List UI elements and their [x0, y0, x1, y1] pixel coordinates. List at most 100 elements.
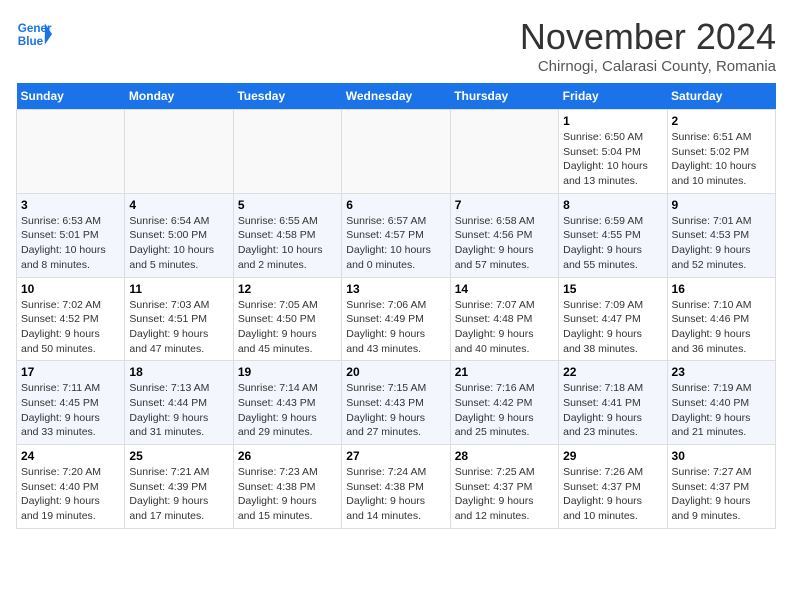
day-info: Sunrise: 7:16 AM Sunset: 4:42 PM Dayligh… [455, 381, 554, 440]
day-number: 9 [672, 198, 771, 212]
calendar-cell: 13 Sunrise: 7:06 AM Sunset: 4:49 PM Dayli… [342, 277, 450, 361]
calendar-cell: 29 Sunrise: 7:26 AM Sunset: 4:37 PM Dayli… [559, 445, 667, 529]
logo: General Blue [16, 16, 52, 52]
day-info: Sunrise: 6:53 AM Sunset: 5:01 PM Dayligh… [21, 214, 120, 273]
day-number: 29 [563, 449, 662, 463]
day-number: 26 [238, 449, 337, 463]
calendar-cell [125, 110, 233, 194]
day-info: Sunrise: 7:02 AM Sunset: 4:52 PM Dayligh… [21, 298, 120, 357]
calendar-cell: 9Sunrise: 7:01 AM Sunset: 4:53 PM Daylig… [667, 193, 775, 277]
day-info: Sunrise: 6:54 AM Sunset: 5:00 PM Dayligh… [129, 214, 228, 273]
day-info: Sunrise: 6:55 AM Sunset: 4:58 PM Dayligh… [238, 214, 337, 273]
day-info: Sunrise: 7:06 AM Sunset: 4:49 PM Dayligh… [346, 298, 445, 357]
calendar-cell: 16 Sunrise: 7:10 AM Sunset: 4:46 PM Dayli… [667, 277, 775, 361]
calendar-cell: 15 Sunrise: 7:09 AM Sunset: 4:47 PM Dayli… [559, 277, 667, 361]
calendar-week-row: 1Sunrise: 6:50 AM Sunset: 5:04 PM Daylig… [17, 110, 776, 194]
calendar-cell [342, 110, 450, 194]
calendar-cell: 1Sunrise: 6:50 AM Sunset: 5:04 PM Daylig… [559, 110, 667, 194]
day-number: 24 [21, 449, 120, 463]
calendar-cell: 2 Sunrise: 6:51 AM Sunset: 5:02 PM Daylig… [667, 110, 775, 194]
title-area: November 2024 Chirnogi, Calarasi County,… [520, 16, 776, 75]
calendar-cell [17, 110, 125, 194]
logo-icon: General Blue [16, 16, 52, 52]
day-number: 8 [563, 198, 662, 212]
day-info: Sunrise: 7:03 AM Sunset: 4:51 PM Dayligh… [129, 298, 228, 357]
day-number: 23 [672, 365, 771, 379]
calendar-cell: 8 Sunrise: 6:59 AM Sunset: 4:55 PM Daylig… [559, 193, 667, 277]
day-number: 16 [672, 282, 771, 296]
calendar-cell: 7 Sunrise: 6:58 AM Sunset: 4:56 PM Daylig… [450, 193, 558, 277]
weekday-header: Friday [559, 83, 667, 110]
day-number: 12 [238, 282, 337, 296]
weekday-header: Wednesday [342, 83, 450, 110]
day-info: Sunrise: 7:25 AM Sunset: 4:37 PM Dayligh… [455, 465, 554, 524]
calendar-cell: 19 Sunrise: 7:14 AM Sunset: 4:43 PM Dayli… [233, 361, 341, 445]
day-info: Sunrise: 6:59 AM Sunset: 4:55 PM Dayligh… [563, 214, 662, 273]
day-number: 25 [129, 449, 228, 463]
calendar-cell: 4 Sunrise: 6:54 AM Sunset: 5:00 PM Daylig… [125, 193, 233, 277]
header: General Blue November 2024 Chirnogi, Cal… [16, 16, 776, 75]
day-info: Sunrise: 7:19 AM Sunset: 4:40 PM Dayligh… [672, 381, 771, 440]
calendar-cell: 26 Sunrise: 7:23 AM Sunset: 4:38 PM Dayli… [233, 445, 341, 529]
day-info: Sunrise: 7:11 AM Sunset: 4:45 PM Dayligh… [21, 381, 120, 440]
svg-text:Blue: Blue [18, 35, 44, 48]
calendar-cell: 28 Sunrise: 7:25 AM Sunset: 4:37 PM Dayli… [450, 445, 558, 529]
day-number: 28 [455, 449, 554, 463]
day-number: 11 [129, 282, 228, 296]
day-number: 17 [21, 365, 120, 379]
calendar-cell: 11 Sunrise: 7:03 AM Sunset: 4:51 PM Dayli… [125, 277, 233, 361]
calendar-cell: 12 Sunrise: 7:05 AM Sunset: 4:50 PM Dayli… [233, 277, 341, 361]
day-number: 30 [672, 449, 771, 463]
calendar-cell: 5Sunrise: 6:55 AM Sunset: 4:58 PM Daylig… [233, 193, 341, 277]
day-info: Sunrise: 7:20 AM Sunset: 4:40 PM Dayligh… [21, 465, 120, 524]
weekday-header: Tuesday [233, 83, 341, 110]
day-number: 14 [455, 282, 554, 296]
day-info: Sunrise: 7:26 AM Sunset: 4:37 PM Dayligh… [563, 465, 662, 524]
day-info: Sunrise: 7:09 AM Sunset: 4:47 PM Dayligh… [563, 298, 662, 357]
day-number: 10 [21, 282, 120, 296]
calendar-cell: 25 Sunrise: 7:21 AM Sunset: 4:39 PM Dayli… [125, 445, 233, 529]
calendar-week-row: 17 Sunrise: 7:11 AM Sunset: 4:45 PM Dayli… [17, 361, 776, 445]
month-title: November 2024 [520, 16, 776, 58]
calendar-week-row: 3 Sunrise: 6:53 AM Sunset: 5:01 PM Daylig… [17, 193, 776, 277]
weekday-header: Saturday [667, 83, 775, 110]
day-number: 2 [672, 114, 771, 128]
day-info: Sunrise: 7:18 AM Sunset: 4:41 PM Dayligh… [563, 381, 662, 440]
day-info: Sunrise: 6:58 AM Sunset: 4:56 PM Dayligh… [455, 214, 554, 273]
calendar-cell: 24 Sunrise: 7:20 AM Sunset: 4:40 PM Dayli… [17, 445, 125, 529]
day-info: Sunrise: 7:23 AM Sunset: 4:38 PM Dayligh… [238, 465, 337, 524]
day-number: 4 [129, 198, 228, 212]
calendar-cell: 17 Sunrise: 7:11 AM Sunset: 4:45 PM Dayli… [17, 361, 125, 445]
day-number: 18 [129, 365, 228, 379]
calendar-cell: 22Sunrise: 7:18 AM Sunset: 4:41 PM Dayli… [559, 361, 667, 445]
subtitle: Chirnogi, Calarasi County, Romania [520, 58, 776, 75]
day-info: Sunrise: 6:57 AM Sunset: 4:57 PM Dayligh… [346, 214, 445, 273]
day-info: Sunrise: 7:21 AM Sunset: 4:39 PM Dayligh… [129, 465, 228, 524]
day-info: Sunrise: 7:14 AM Sunset: 4:43 PM Dayligh… [238, 381, 337, 440]
day-info: Sunrise: 7:27 AM Sunset: 4:37 PM Dayligh… [672, 465, 771, 524]
day-number: 6 [346, 198, 445, 212]
calendar-cell [233, 110, 341, 194]
day-info: Sunrise: 6:51 AM Sunset: 5:02 PM Dayligh… [672, 130, 771, 189]
weekday-header: Sunday [17, 83, 125, 110]
day-number: 19 [238, 365, 337, 379]
calendar-table: SundayMondayTuesdayWednesdayThursdayFrid… [16, 83, 776, 529]
weekday-header: Monday [125, 83, 233, 110]
day-number: 13 [346, 282, 445, 296]
day-info: Sunrise: 7:10 AM Sunset: 4:46 PM Dayligh… [672, 298, 771, 357]
calendar-header-row: SundayMondayTuesdayWednesdayThursdayFrid… [17, 83, 776, 110]
calendar-week-row: 24 Sunrise: 7:20 AM Sunset: 4:40 PM Dayli… [17, 445, 776, 529]
calendar-cell: 3 Sunrise: 6:53 AM Sunset: 5:01 PM Daylig… [17, 193, 125, 277]
weekday-header: Thursday [450, 83, 558, 110]
calendar-cell: 21Sunrise: 7:16 AM Sunset: 4:42 PM Dayli… [450, 361, 558, 445]
day-info: Sunrise: 7:05 AM Sunset: 4:50 PM Dayligh… [238, 298, 337, 357]
day-number: 1 [563, 114, 662, 128]
day-info: Sunrise: 7:15 AM Sunset: 4:43 PM Dayligh… [346, 381, 445, 440]
day-number: 27 [346, 449, 445, 463]
day-number: 15 [563, 282, 662, 296]
calendar-cell: 27Sunrise: 7:24 AM Sunset: 4:38 PM Dayli… [342, 445, 450, 529]
day-number: 7 [455, 198, 554, 212]
calendar-cell: 23 Sunrise: 7:19 AM Sunset: 4:40 PM Dayli… [667, 361, 775, 445]
calendar-week-row: 10 Sunrise: 7:02 AM Sunset: 4:52 PM Dayli… [17, 277, 776, 361]
day-number: 3 [21, 198, 120, 212]
